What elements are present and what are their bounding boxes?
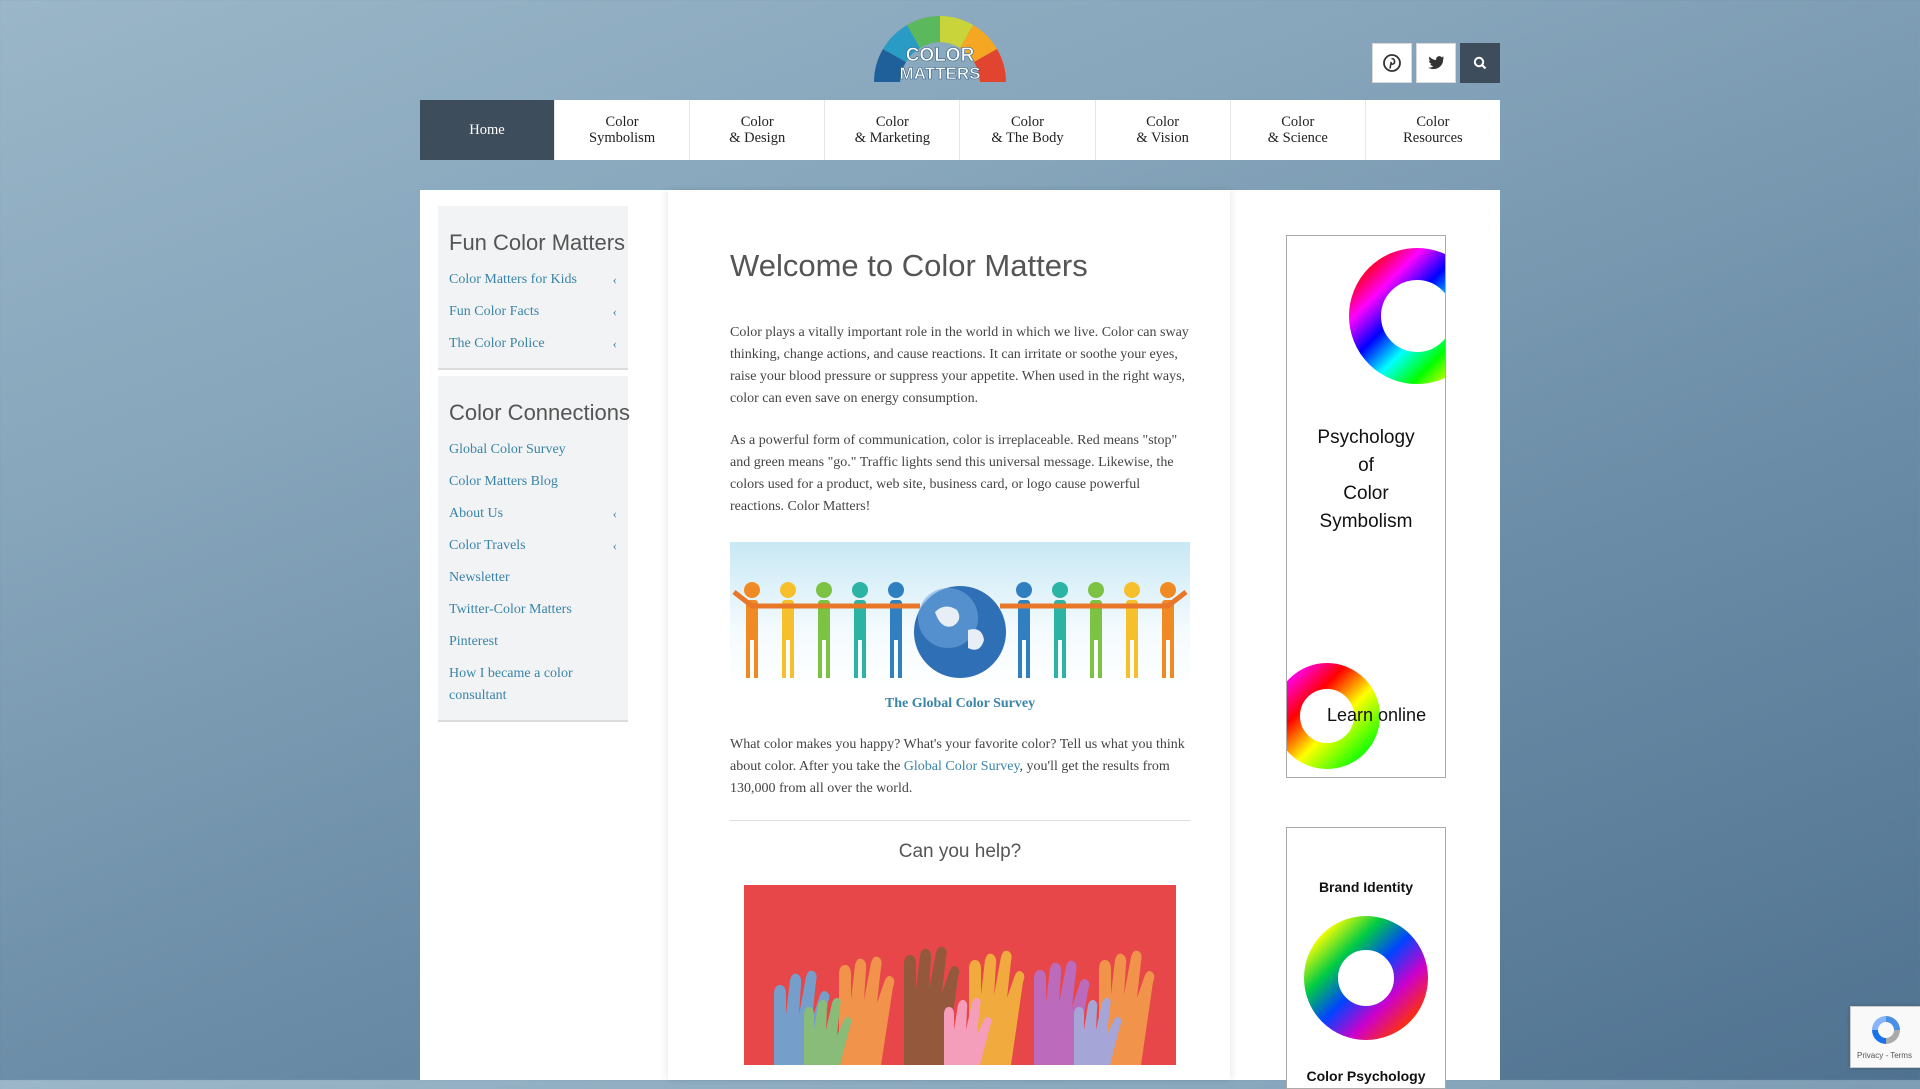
sidebar-item-blog[interactable]: Color Matters Blog bbox=[449, 466, 617, 498]
sidebar-item-twitter[interactable]: Twitter-Color Matters bbox=[449, 594, 617, 626]
recaptcha-badge[interactable]: Privacy - Terms bbox=[1850, 1006, 1920, 1068]
widget-title: Color Connections bbox=[449, 400, 630, 425]
chevron-left-icon: ‹ bbox=[612, 272, 617, 287]
content-area: Fun Color Matters Color Matters for Kids… bbox=[420, 190, 1500, 1089]
sidebar-item-about[interactable]: About Us ‹ bbox=[449, 498, 617, 530]
ad-title: Psychology of Color Symbolism bbox=[1317, 427, 1415, 532]
pinterest-icon bbox=[1383, 54, 1401, 72]
global-survey-banner[interactable] bbox=[730, 542, 1190, 690]
nav-color-marketing[interactable]: Color & Marketing bbox=[825, 100, 961, 160]
sidebar-item-police[interactable]: The Color Police ‹ bbox=[449, 328, 617, 360]
pinterest-button[interactable] bbox=[1372, 43, 1412, 83]
search-icon bbox=[1473, 56, 1487, 70]
left-sidebar: Fun Color Matters Color Matters for Kids… bbox=[438, 206, 630, 728]
fun-color-widget: Fun Color Matters Color Matters for Kids… bbox=[438, 206, 628, 370]
search-button[interactable] bbox=[1460, 43, 1500, 83]
twitter-button[interactable] bbox=[1416, 43, 1456, 83]
sidebar-item-travels[interactable]: Color Travels ‹ bbox=[449, 530, 617, 562]
color-wheel-icon bbox=[1304, 916, 1428, 1040]
nav-color-science[interactable]: Color & Science bbox=[1231, 100, 1366, 160]
sidebar-item-pinterest[interactable]: Pinterest bbox=[449, 626, 617, 658]
site-logo[interactable]: COLOR MATTERS bbox=[872, 14, 1008, 84]
sidebar-item-survey[interactable]: Global Color Survey bbox=[449, 434, 617, 466]
hands-image bbox=[744, 885, 1176, 1065]
chevron-left-icon: ‹ bbox=[612, 506, 617, 521]
logo-text-matters: MATTERS bbox=[900, 64, 981, 83]
sidebar-item-kids[interactable]: Color Matters for Kids ‹ bbox=[449, 264, 617, 296]
widget-title: Fun Color Matters bbox=[449, 230, 626, 255]
ad-title: Brand Identity bbox=[1318, 879, 1414, 895]
nav-home[interactable]: Home bbox=[420, 100, 555, 160]
survey-paragraph: What color makes you happy? What's your … bbox=[730, 737, 1185, 796]
ad-cta: Learn online bbox=[1327, 705, 1427, 725]
divider bbox=[730, 820, 1190, 821]
page-title: Welcome to Color Matters bbox=[730, 248, 1088, 283]
color-wheel-icon bbox=[1349, 248, 1445, 384]
help-heading: Can you help? bbox=[898, 841, 1022, 862]
sidebar-item-consultant[interactable]: How I became a color consultant bbox=[449, 658, 617, 712]
sidebar-item-newsletter[interactable]: Newsletter bbox=[449, 562, 617, 594]
nav-color-body[interactable]: Color & The Body bbox=[960, 100, 1096, 160]
sidebar-item-facts[interactable]: Fun Color Facts ‹ bbox=[449, 296, 617, 328]
recaptcha-icon bbox=[1872, 1016, 1900, 1044]
nav-color-vision[interactable]: Color & Vision bbox=[1096, 100, 1231, 160]
chevron-left-icon: ‹ bbox=[612, 336, 617, 351]
ad-subtitle: Color Psychology bbox=[1306, 1068, 1426, 1084]
color-connections-widget: Color Connections Global Color Survey Co… bbox=[438, 376, 630, 722]
survey-caption[interactable]: The Global Color Survey bbox=[730, 696, 1190, 712]
chevron-left-icon: ‹ bbox=[612, 304, 617, 319]
global-survey-link[interactable]: Global Color Survey bbox=[904, 759, 1020, 774]
twitter-icon bbox=[1428, 56, 1444, 70]
nav-color-design[interactable]: Color & Design bbox=[690, 100, 826, 160]
nav-color-symbolism[interactable]: Color Symbolism bbox=[555, 100, 691, 160]
main-nav: Home Color Symbolism Color & Design Colo… bbox=[420, 100, 1500, 160]
recaptcha-text[interactable]: Privacy - Terms bbox=[1857, 1051, 1912, 1060]
ad-psychology-symbolism[interactable]: Psychology of Color Symbolism Learn onli… bbox=[1286, 235, 1446, 778]
logo-text-color: COLOR bbox=[906, 45, 975, 66]
intro-paragraph: Color plays a vitally important role in … bbox=[730, 325, 1189, 406]
social-links bbox=[1372, 43, 1500, 83]
nav-color-resources[interactable]: Color Resources bbox=[1366, 100, 1500, 160]
chevron-left-icon: ‹ bbox=[612, 538, 617, 553]
main-column: Welcome to Color Matters Color plays a v… bbox=[668, 190, 1230, 1080]
ad-brand-identity[interactable]: Brand Identity Color Psychology bbox=[1286, 827, 1446, 1089]
communication-paragraph: As a powerful form of communication, col… bbox=[730, 433, 1178, 514]
